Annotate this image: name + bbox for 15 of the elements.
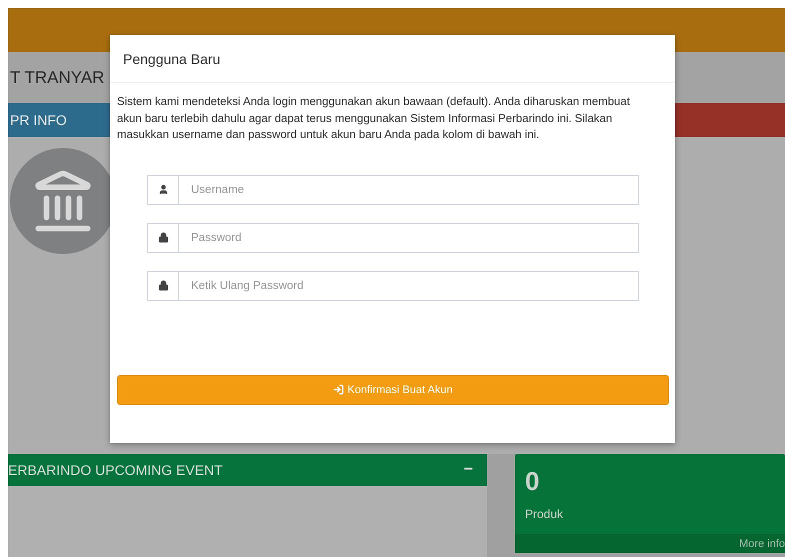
stat-label: Produk (524, 506, 564, 523)
panel-title: ERBARINDO UPCOMING EVENT (8, 462, 223, 478)
input-field[interactable]: Ketik Ulang Password (179, 270, 639, 300)
lock-icon (158, 280, 168, 291)
input-field[interactable]: Password (179, 222, 639, 252)
more-info-link[interactable]: More info (515, 534, 785, 553)
collapse-button[interactable]: − (464, 461, 473, 479)
stat-value: 0 (524, 465, 540, 497)
lock-icon (158, 232, 168, 243)
modal-title: Pengguna Baru (123, 50, 220, 66)
sign-in-icon (333, 384, 344, 395)
confirm-button[interactable]: Konfirmasi Buat Akun (117, 374, 669, 404)
input-field[interactable]: Username (179, 174, 639, 204)
page-title: T TRANYAR (9, 68, 104, 88)
user-icon (158, 184, 168, 195)
